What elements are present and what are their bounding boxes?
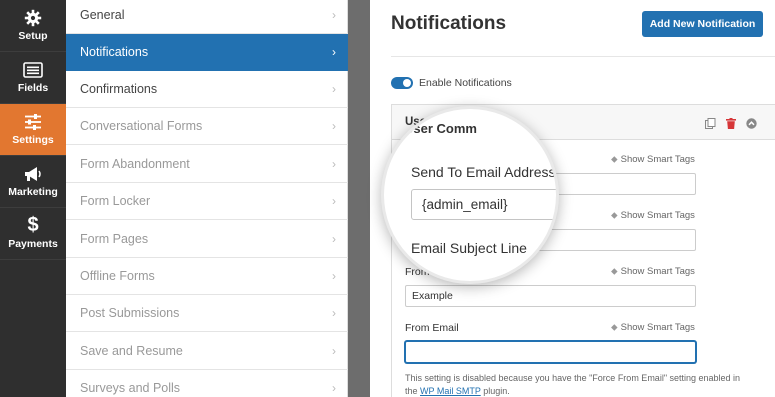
section-item-form-abandonment[interactable]: Form Abandonment › <box>66 146 348 183</box>
section-item-label: Surveys and Polls <box>80 381 181 395</box>
builder-sidebar: Setup Fields Settings Marketing $ Paymen… <box>0 0 66 397</box>
section-item-save-and-resume[interactable]: Save and Resume › <box>66 333 348 370</box>
toggle-knob <box>403 79 411 87</box>
chevron-right-icon: › <box>332 157 336 171</box>
section-item-form-pages[interactable]: Form Pages › <box>66 221 348 258</box>
magnifier-callout: User Comm Send To Email Address {admin_e… <box>381 106 559 284</box>
rail-label: Marketing <box>8 186 58 198</box>
rail-item-fields[interactable]: Fields <box>0 52 66 104</box>
from-email-input[interactable] <box>405 341 696 363</box>
chevron-right-icon: › <box>332 82 336 96</box>
chevron-right-icon: › <box>332 194 336 208</box>
section-item-confirmations[interactable]: Confirmations › <box>66 71 348 108</box>
panel-actions <box>704 116 761 134</box>
rail-item-marketing[interactable]: Marketing <box>0 156 66 208</box>
show-smart-tags-link[interactable]: ⬥ Show Smart Tags <box>611 210 695 221</box>
section-item-notifications[interactable]: Notifications › <box>66 34 348 71</box>
section-item-conversational-forms[interactable]: Conversational Forms › <box>66 108 348 145</box>
tag-icon: ⬥ <box>611 154 618 165</box>
section-item-label: Confirmations <box>80 82 158 96</box>
rail-label: Fields <box>17 82 49 94</box>
chevron-right-icon: › <box>332 344 336 358</box>
panel-divider <box>348 0 370 397</box>
tag-icon: ⬥ <box>611 322 618 333</box>
from-email-disabled-note: This setting is disabled because you hav… <box>405 373 741 396</box>
settings-section-list: General › Notifications › Confirmations … <box>66 0 348 397</box>
dollar-icon: $ <box>27 214 39 236</box>
magnified-notification-title: User Comm <box>404 121 477 136</box>
rail-item-settings[interactable]: Settings <box>0 104 66 156</box>
megaphone-icon <box>0 162 66 184</box>
delete-icon[interactable] <box>724 118 737 131</box>
section-item-surveys-and-polls[interactable]: Surveys and Polls › <box>66 370 348 397</box>
fields-icon <box>0 58 66 80</box>
chevron-right-icon: › <box>332 381 336 395</box>
rail-label: Payments <box>8 238 58 250</box>
from-name-input[interactable]: Example <box>405 285 696 307</box>
enable-notifications-label: Enable Notifications <box>419 77 512 89</box>
chevron-right-icon: › <box>332 232 336 246</box>
wp-mail-smtp-link[interactable]: WP Mail SMTP <box>420 386 481 396</box>
rail-label: Settings <box>12 134 54 146</box>
enable-notifications-toggle[interactable] <box>391 77 413 89</box>
chevron-right-icon: › <box>332 119 336 133</box>
section-item-label: Conversational Forms <box>80 119 203 133</box>
section-item-offline-forms[interactable]: Offline Forms › <box>66 258 348 295</box>
rail-label: Setup <box>18 30 48 42</box>
chevron-right-icon: › <box>332 306 336 320</box>
gear-icon <box>0 6 66 28</box>
magnified-send-to-email-input[interactable]: {admin_email} <box>411 189 556 220</box>
email-subject-label: Email Subject Line <box>411 240 527 256</box>
show-smart-tags-link[interactable]: ⬥ Show Smart Tags <box>611 154 695 165</box>
section-item-label: General <box>80 8 125 22</box>
show-smart-tags-link[interactable]: ⬥ Show Smart Tags <box>611 266 695 277</box>
clone-icon[interactable] <box>704 118 717 131</box>
rail-item-setup[interactable]: Setup <box>0 0 66 52</box>
section-item-label: Post Submissions <box>80 306 180 320</box>
section-item-label: Offline Forms <box>80 269 155 283</box>
page-title: Notifications <box>391 13 507 34</box>
collapse-icon[interactable] <box>745 118 758 131</box>
section-item-label: Form Abandonment <box>80 157 190 171</box>
section-item-form-locker[interactable]: Form Locker › <box>66 183 348 220</box>
show-smart-tags-link[interactable]: ⬥ Show Smart Tags <box>611 322 695 333</box>
section-item-general[interactable]: General › <box>66 0 348 34</box>
chevron-right-icon: › <box>332 269 336 283</box>
from-email-label: From Email <box>405 322 459 334</box>
add-new-notification-button[interactable]: Add New Notification <box>642 11 763 37</box>
section-item-label: Form Pages <box>80 232 149 246</box>
chevron-right-icon: › <box>332 8 336 22</box>
chevron-right-icon: › <box>332 45 336 59</box>
tag-icon: ⬥ <box>611 266 618 277</box>
section-item-label: Form Locker <box>80 194 151 208</box>
section-item-label: Save and Resume <box>80 344 183 358</box>
sliders-icon <box>0 110 66 132</box>
section-item-post-submissions[interactable]: Post Submissions › <box>66 295 348 332</box>
send-to-email-label: Send To Email Address <box>411 164 556 180</box>
rail-item-payments[interactable]: $ Payments <box>0 208 66 260</box>
section-item-label: Notifications <box>80 45 149 59</box>
header-divider <box>391 56 775 57</box>
tag-icon: ⬥ <box>611 210 618 221</box>
